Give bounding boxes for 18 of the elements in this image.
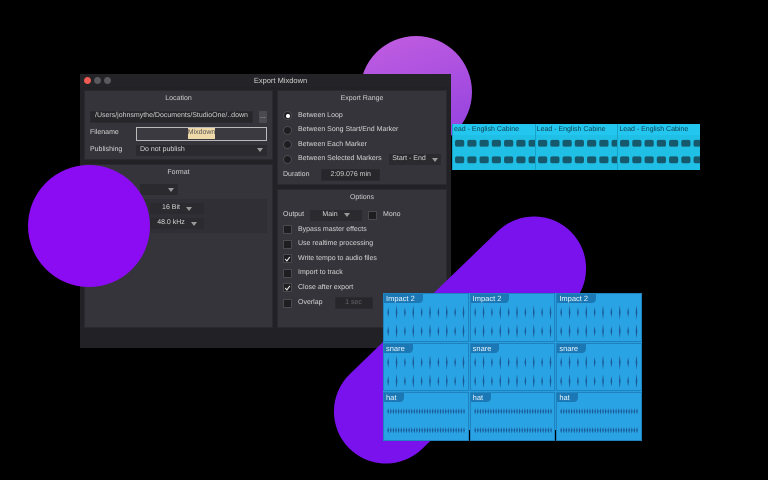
checkbox[interactable] — [283, 283, 292, 292]
radio-button[interactable] — [283, 111, 292, 120]
checkbox[interactable] — [283, 254, 292, 264]
caret-icon — [344, 213, 350, 217]
close-button[interactable] — [84, 77, 91, 84]
caret-icon — [190, 222, 197, 226]
radio-button[interactable] — [283, 155, 292, 164]
checkbox[interactable] — [283, 268, 292, 278]
checkbox[interactable] — [283, 240, 292, 249]
caret-icon — [257, 148, 263, 152]
checkbox[interactable] — [283, 225, 292, 234]
caret-icon — [186, 206, 192, 210]
caret-icon — [432, 158, 438, 162]
radio-button[interactable] — [283, 140, 292, 150]
caret-icon — [168, 188, 174, 192]
dropdown[interactable] — [140, 184, 178, 195]
radio-button[interactable] — [283, 126, 292, 135]
checkbox[interactable] — [368, 210, 378, 220]
